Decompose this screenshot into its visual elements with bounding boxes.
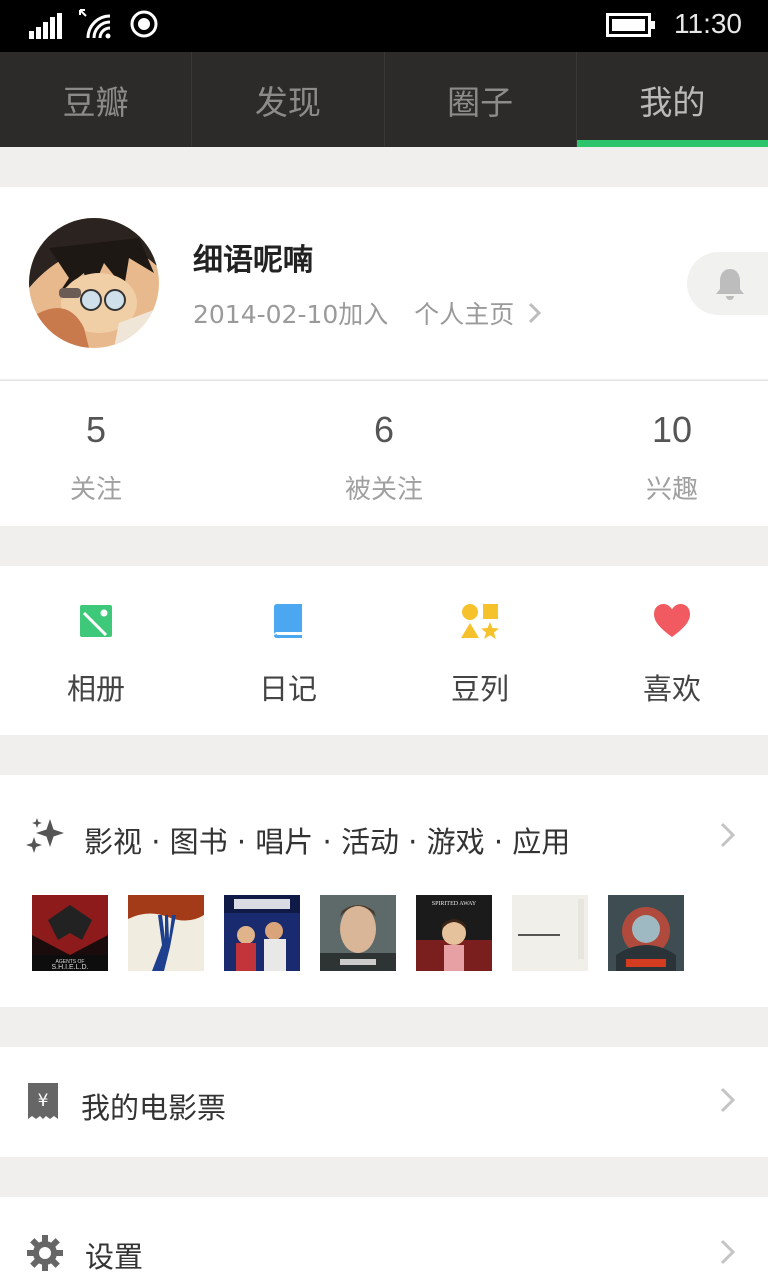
chevron-right-icon <box>720 1239 736 1265</box>
ticket-icon: ¥ <box>28 1083 58 1119</box>
shortcut-album-label: 相册 <box>66 672 125 706</box>
top-tab-bar: 豆瓣 发现 圈子 我的 <box>0 52 768 147</box>
stat-followers-value: 6 <box>373 409 395 450</box>
photo-album-icon <box>80 605 112 637</box>
stat-interests-value: 10 <box>651 409 693 450</box>
stat-following-label: 关注 <box>69 475 122 505</box>
join-date: 2014-02-10加入 <box>193 300 389 329</box>
username: 细语呢喃 <box>193 243 313 278</box>
media-title: 影视 · 图书 · 唱片 · 活动 · 游戏 · 应用 <box>84 825 571 859</box>
notification-button[interactable] <box>687 252 768 315</box>
ticket-icon-text: ¥ <box>38 1091 49 1111</box>
join-info: 2014-02-10加入 个人主页 <box>193 295 542 331</box>
shortcut-diary-label: 日记 <box>258 672 317 706</box>
status-bar: 11:30 <box>0 0 768 52</box>
tab-discover[interactable]: 发现 <box>192 52 385 147</box>
shortcut-doulist[interactable]: 豆列 <box>384 566 576 735</box>
stat-interests-label: 兴趣 <box>645 475 698 505</box>
shortcuts-card: 相册 日记 豆列 喜欢 <box>0 566 768 735</box>
shortcut-diary[interactable]: 日记 <box>192 566 384 735</box>
shortcut-likes-label: 喜欢 <box>642 672 701 706</box>
shortcut-likes[interactable]: 喜欢 <box>576 566 768 735</box>
avatar[interactable] <box>29 218 159 348</box>
shortcut-album[interactable]: 相册 <box>0 566 192 735</box>
poster-6[interactable] <box>512 895 588 971</box>
homepage-link[interactable]: 个人主页 <box>414 295 514 331</box>
chevron-right-icon <box>720 822 736 848</box>
movie-tickets-label: 我的电影票 <box>81 1091 227 1125</box>
poster-5-text: SPIRITED AWAY <box>432 901 477 907</box>
stat-following[interactable]: 5 关注 <box>0 381 192 506</box>
poster-4[interactable] <box>320 895 396 971</box>
battery-icon <box>606 13 655 37</box>
clock: 11:30 <box>674 8 742 39</box>
poster-1[interactable]: AGENTS OF S.H.I.E.L.D. <box>32 895 108 971</box>
signal-icon <box>29 13 62 39</box>
settings-label: 设置 <box>85 1240 144 1274</box>
tab-mine[interactable]: 我的 <box>576 52 768 147</box>
stat-followers[interactable]: 6 被关注 <box>288 381 480 506</box>
shapes-icon <box>461 604 499 639</box>
gear-icon <box>27 1235 63 1271</box>
settings-row[interactable]: 设置 <box>0 1197 768 1280</box>
shortcut-doulist-label: 豆列 <box>450 672 509 706</box>
tab-douban[interactable]: 豆瓣 <box>0 52 193 147</box>
stats-card: 5 关注 6 被关注 10 兴趣 <box>0 380 768 526</box>
stat-followers-label: 被关注 <box>344 475 423 505</box>
poster-3[interactable] <box>224 895 300 971</box>
chevron-right-icon <box>720 1087 736 1113</box>
location-icon <box>130 10 158 38</box>
poster-2[interactable] <box>128 895 204 971</box>
poster-1-text: S.H.I.E.L.D. <box>52 964 89 971</box>
media-card: 影视 · 图书 · 唱片 · 活动 · 游戏 · 应用 AGENTS OF S.… <box>0 775 768 1007</box>
movie-tickets-row[interactable]: ¥ 我的电影票 <box>0 1047 768 1157</box>
sparkle-icon <box>26 818 64 853</box>
wifi-icon <box>79 9 111 39</box>
poster-7[interactable] <box>608 895 684 971</box>
poster-5[interactable]: SPIRITED AWAY <box>416 895 492 971</box>
bell-icon <box>716 268 744 300</box>
chevron-right-icon[interactable] <box>528 302 542 324</box>
heart-icon <box>654 604 690 637</box>
stat-interests[interactable]: 10 兴趣 <box>576 381 768 506</box>
diary-book-icon <box>274 604 302 638</box>
profile-card: 细语呢喃 2014-02-10加入 个人主页 <box>0 187 768 379</box>
tab-circles[interactable]: 圈子 <box>385 52 577 147</box>
stat-following-value: 5 <box>85 409 107 450</box>
media-header[interactable]: 影视 · 图书 · 唱片 · 活动 · 游戏 · 应用 <box>0 775 768 895</box>
